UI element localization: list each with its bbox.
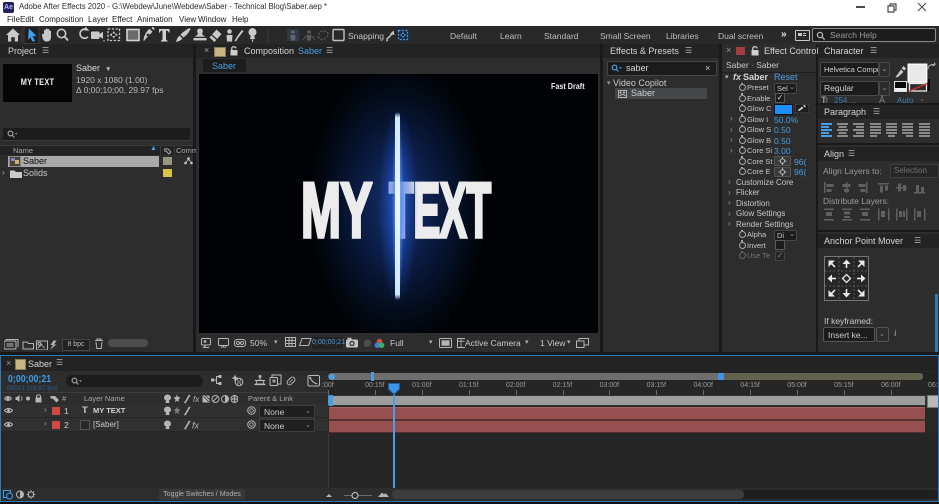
svg-text:fx: fx — [193, 395, 200, 404]
svg-text:fx: fx — [192, 421, 200, 431]
